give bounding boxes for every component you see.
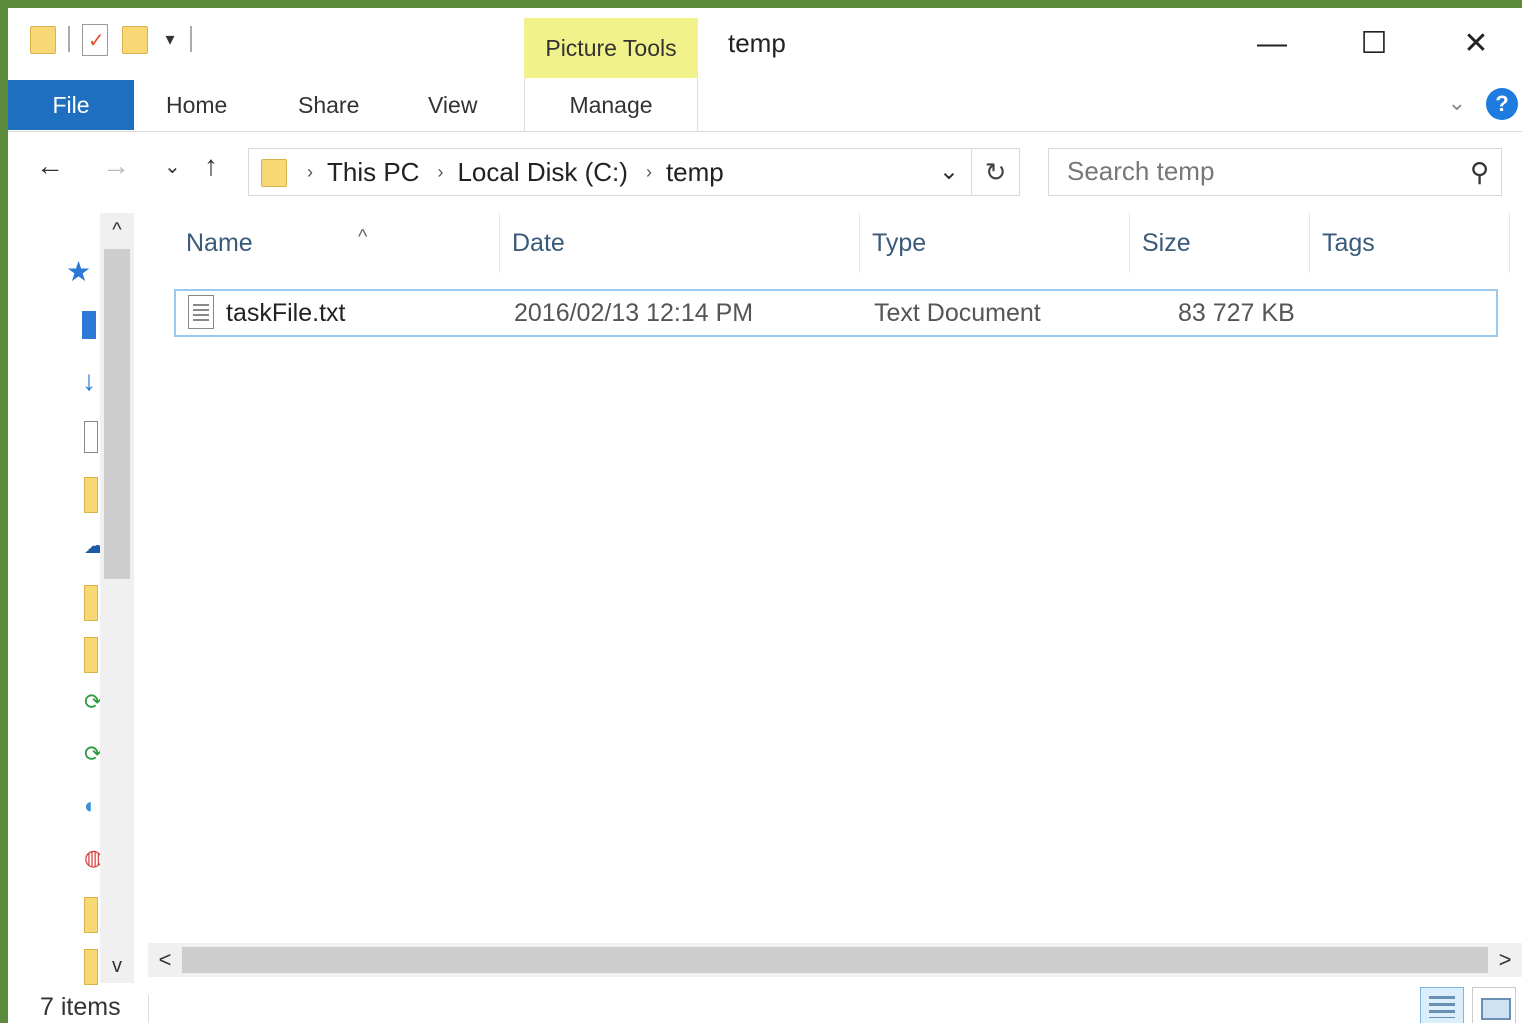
- title-bar: ▾ Picture Tools temp — ☐ ✕: [8, 8, 1522, 78]
- quick-access-toolbar: ▾: [28, 22, 192, 56]
- column-header-size[interactable]: Size: [1130, 213, 1310, 273]
- back-button[interactable]: ←: [36, 150, 64, 182]
- breadcrumb-separator[interactable]: ›: [307, 162, 313, 183]
- column-header-label: Name: [186, 229, 253, 257]
- scroll-down-button[interactable]: v: [100, 949, 134, 983]
- window-title: temp: [728, 28, 786, 58]
- column-header-tags[interactable]: Tags: [1310, 213, 1510, 273]
- file-row[interactable]: taskFile.txt 2016/02/13 12:14 PM Text Do…: [174, 289, 1498, 337]
- quick-access-star-icon[interactable]: ★: [66, 255, 96, 291]
- file-date: 2016/02/13 12:14 PM: [514, 299, 754, 327]
- navigation-bar: ← → ⌄ ↑ › This PC › Local Disk (C:) › te…: [8, 140, 1522, 202]
- sort-ascending-icon: ^: [358, 226, 368, 248]
- folder-icon[interactable]: [84, 585, 98, 621]
- customize-toolbar-icon[interactable]: ▾: [160, 29, 180, 50]
- tab-share[interactable]: Share: [298, 80, 359, 130]
- address-dropdown-icon[interactable]: ⌄: [939, 157, 959, 186]
- recent-locations-button[interactable]: ⌄: [164, 154, 181, 179]
- folder-icon[interactable]: [84, 637, 98, 673]
- breadcrumb-this-pc[interactable]: This PC: [327, 157, 419, 188]
- file-explorer-window: ▾ Picture Tools temp — ☐ ✕ File Home Sha…: [0, 0, 1522, 1023]
- scrollbar-thumb[interactable]: [104, 249, 130, 579]
- horizontal-scrollbar[interactable]: < >: [148, 943, 1522, 977]
- desktop-icon[interactable]: [82, 311, 96, 339]
- column-header-name[interactable]: Name ^: [174, 213, 500, 273]
- close-button[interactable]: ✕: [1446, 24, 1506, 64]
- details-view-button[interactable]: [1420, 987, 1464, 1023]
- breadcrumb-separator[interactable]: ›: [646, 162, 652, 183]
- folder-icon: [28, 22, 58, 56]
- context-group-label: Picture Tools: [545, 35, 677, 61]
- scroll-left-button[interactable]: <: [148, 943, 182, 977]
- folder-icon[interactable]: [84, 897, 98, 933]
- tab-manage[interactable]: Manage: [524, 78, 698, 132]
- picture-tools-context-group: Picture Tools: [524, 18, 698, 78]
- new-folder-icon[interactable]: [120, 22, 150, 56]
- navigation-pane: ★ ↓ ☁ ⟳ ⟳ ◐ ◍ ^ v: [8, 213, 136, 985]
- navigation-pane-scrollbar[interactable]: ^ v: [100, 213, 134, 983]
- search-box[interactable]: ⚲: [1048, 148, 1502, 196]
- documents-icon[interactable]: [84, 421, 98, 453]
- tab-file[interactable]: File: [8, 80, 134, 130]
- column-header-type[interactable]: Type: [860, 213, 1130, 273]
- expand-ribbon-icon[interactable]: ⌄: [1448, 90, 1466, 116]
- address-bar[interactable]: › This PC › Local Disk (C:) › temp ⌄ ↻: [248, 148, 1020, 196]
- ribbon-tabs: File Home Share View Manage ⌄ ?: [8, 78, 1522, 132]
- search-input[interactable]: [1067, 149, 1447, 193]
- toolbar-separator: [68, 26, 70, 52]
- search-icon[interactable]: ⚲: [1470, 157, 1489, 188]
- toolbar-separator: [190, 26, 192, 52]
- scroll-right-button[interactable]: >: [1488, 943, 1522, 977]
- scrollbar-thumb[interactable]: [182, 947, 1488, 973]
- scroll-up-button[interactable]: ^: [100, 213, 134, 247]
- large-icons-view-button[interactable]: [1472, 987, 1516, 1023]
- minimize-button[interactable]: —: [1242, 24, 1302, 64]
- properties-icon[interactable]: [80, 22, 110, 56]
- file-type: Text Document: [874, 299, 1041, 327]
- column-header-date[interactable]: Date: [500, 213, 860, 273]
- file-size: 83 727 KB: [1178, 299, 1295, 327]
- tab-view[interactable]: View: [428, 80, 477, 130]
- folder-icon[interactable]: [84, 949, 98, 985]
- tab-home[interactable]: Home: [166, 80, 227, 130]
- item-count: 7 items: [40, 993, 121, 1021]
- help-icon[interactable]: ?: [1486, 88, 1518, 120]
- refresh-button[interactable]: ↻: [971, 149, 1019, 195]
- status-separator: [148, 995, 149, 1023]
- breadcrumb-temp[interactable]: temp: [666, 157, 724, 188]
- file-name: taskFile.txt: [226, 299, 346, 327]
- folder-icon: [259, 155, 289, 189]
- breadcrumb-local-disk[interactable]: Local Disk (C:): [457, 157, 627, 188]
- forward-button[interactable]: →: [102, 150, 130, 182]
- text-file-icon: [188, 295, 214, 329]
- up-button[interactable]: ↑: [204, 150, 218, 182]
- status-bar: 7 items: [8, 983, 1522, 1023]
- breadcrumb-separator[interactable]: ›: [437, 162, 443, 183]
- maximize-button[interactable]: ☐: [1344, 24, 1404, 64]
- file-list: Name ^ Date Type Size Tags taskFile.txt …: [148, 213, 1522, 943]
- folder-icon[interactable]: [84, 477, 98, 513]
